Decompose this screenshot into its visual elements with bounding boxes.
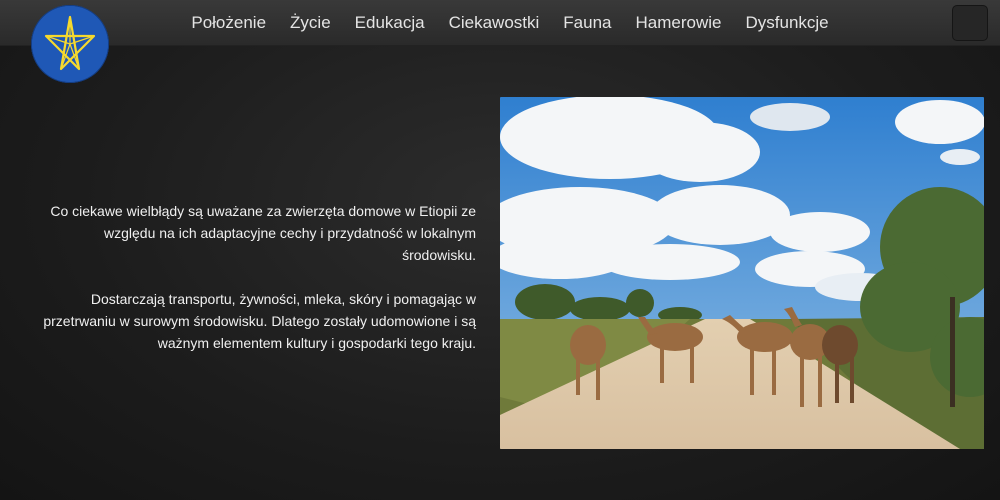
nav-link-dysfunkcje[interactable]: Dysfunkcje [745,13,828,33]
navbar: Położenie Życie Edukacja Ciekawostki Fau… [0,0,1000,46]
menu-toggle-icon[interactable] [952,5,988,41]
camels-on-road-photo [500,97,984,449]
nav-links: Położenie Życie Edukacja Ciekawostki Fau… [0,0,1000,45]
ethiopian-emblem-star-icon[interactable] [31,5,109,83]
nav-link-edukacja[interactable]: Edukacja [355,13,425,33]
nav-link-zycie[interactable]: Życie [290,13,331,33]
info-text: Co ciekawe wielbłądy są uważane za zwier… [40,200,476,376]
nav-link-fauna[interactable]: Fauna [563,13,611,33]
nav-link-ciekawostki[interactable]: Ciekawostki [449,13,540,33]
paragraph-1: Co ciekawe wielbłądy są uważane za zwier… [50,203,476,263]
nav-link-hamerowie[interactable]: Hamerowie [636,13,722,33]
paragraph-2: Dostarczają transportu, żywności, mleka,… [43,291,476,351]
nav-link-polozenie[interactable]: Położenie [191,13,266,33]
